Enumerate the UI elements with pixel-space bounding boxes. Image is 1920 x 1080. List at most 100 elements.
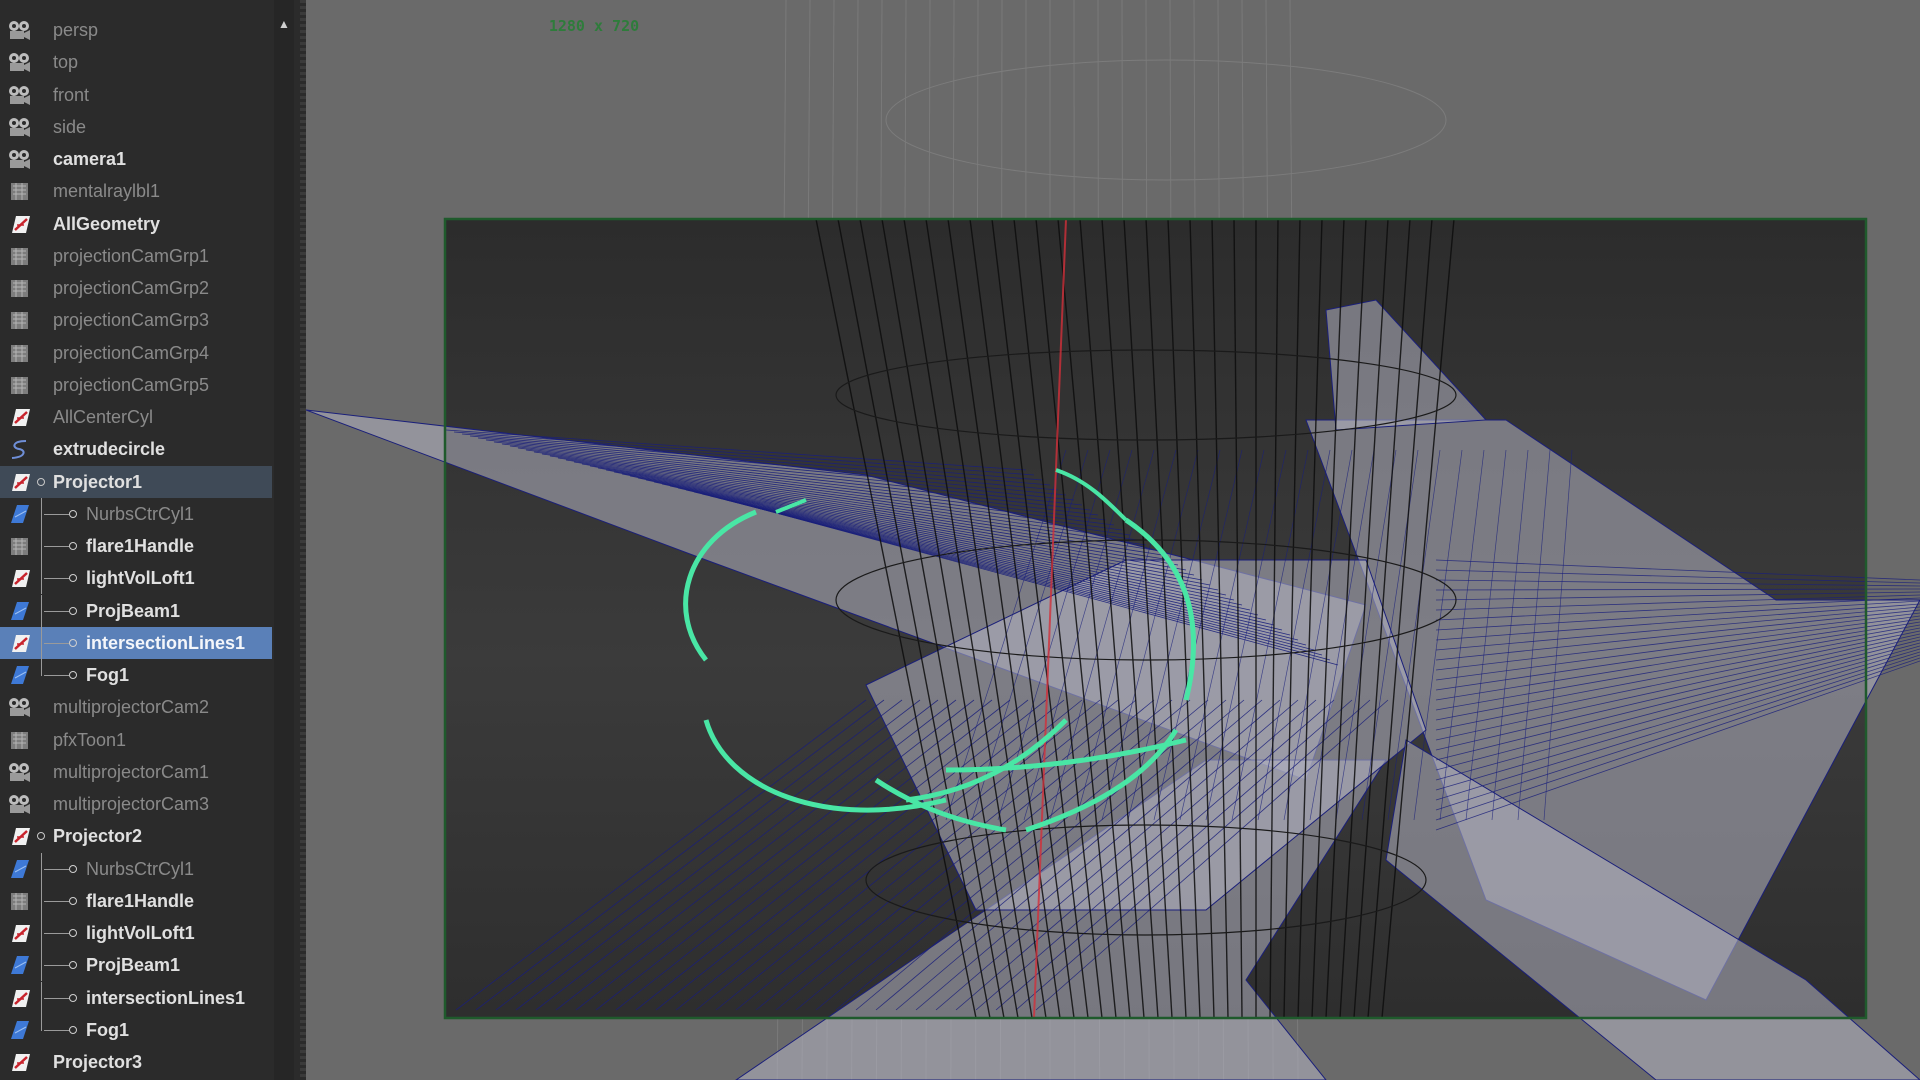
tree-node-icon (69, 961, 77, 970)
outliner-item-label: ProjBeam1 (86, 600, 181, 621)
outliner-item-label: ProjBeam1 (86, 955, 181, 976)
tree-node-icon (69, 671, 77, 679)
outliner-item[interactable]: extrudecircle (0, 433, 272, 465)
outliner-item[interactable]: Projector1 (0, 465, 272, 498)
outliner-item[interactable]: multiprojectorCam3 (0, 788, 272, 820)
expand-toggle-icon[interactable] (37, 832, 45, 841)
outliner-item[interactable]: intersectionLines1 (0, 626, 272, 659)
outliner-item[interactable]: camera1 (0, 143, 272, 175)
outliner-item[interactable]: top (0, 46, 272, 78)
outliner-item-label: Fog1 (86, 665, 129, 685)
group-icon (6, 825, 32, 847)
outliner-item[interactable]: AllCenterCyl (0, 401, 272, 433)
tree-connector (41, 852, 42, 885)
tree-connector (41, 626, 42, 659)
transform-icon (6, 180, 32, 202)
camera-icon (6, 116, 32, 138)
group-icon (6, 471, 32, 493)
tree-connector (44, 868, 69, 870)
scroll-up-arrow-icon[interactable]: ▲ (274, 14, 294, 34)
outliner-item[interactable]: Projector2 (0, 820, 272, 852)
outliner-item-label: flare1Handle (86, 536, 195, 556)
outliner-item[interactable]: Projector3 (0, 1046, 272, 1078)
outliner-item[interactable]: lightVolLoft1 (0, 917, 272, 949)
outliner-item-label: multiprojectorCam3 (53, 794, 210, 814)
outliner-item[interactable]: projectionCamGrp5 (0, 369, 272, 401)
tree-connector (41, 497, 42, 530)
outliner-panel: persp top front side camera1 mentalraylbl1 All… (0, 0, 306, 1080)
outliner-item-label: Projector2 (53, 826, 143, 847)
outliner-item[interactable]: ProjBeam1 (0, 949, 272, 982)
expand-toggle-icon[interactable] (37, 477, 45, 486)
transform-icon (6, 245, 32, 267)
outliner-item-label: mentalraylbl1 (53, 181, 161, 202)
tree-node-icon (69, 542, 77, 550)
outliner-item-label: multiprojectorCam1 (53, 761, 210, 782)
outliner-item[interactable]: lightVolLoft1 (0, 562, 272, 595)
outliner-item-label: intersectionLines1 (86, 632, 246, 653)
tree-node-icon (69, 993, 77, 1002)
outliner-item-label: lightVolLoft1 (86, 923, 195, 943)
tree-node-icon (69, 929, 77, 937)
outliner-item[interactable]: multiprojectorCam2 (0, 691, 272, 723)
tree-node-icon (69, 864, 77, 873)
outliner-item[interactable]: Fog1 (0, 659, 272, 691)
transform-icon (6, 890, 32, 912)
tree-connector (41, 562, 42, 595)
outliner-item[interactable]: flare1Handle (0, 884, 272, 917)
outliner-item-label: Projector1 (53, 471, 143, 492)
tree-connector (44, 675, 69, 676)
camera-icon (6, 793, 32, 815)
outliner-item[interactable]: projectionCamGrp2 (0, 272, 272, 304)
outliner-item[interactable]: persp (0, 14, 272, 46)
outliner-item-label: projectionCamGrp1 (53, 245, 210, 266)
outliner-item[interactable]: side (0, 111, 272, 143)
outliner-item[interactable]: intersectionLines1 (0, 981, 272, 1014)
outliner-item[interactable]: projectionCamGrp4 (0, 337, 272, 369)
outliner-item[interactable]: pfxToon1 (0, 724, 272, 756)
tree-connector (41, 917, 42, 949)
tree-connector (44, 933, 69, 934)
tree-connector (44, 965, 69, 967)
outliner-item[interactable]: multiprojectorCam1 (0, 756, 272, 788)
outliner-item-label: camera1 (53, 149, 127, 169)
outliner-item-label: Fog1 (86, 1019, 129, 1040)
outliner-item-label: NurbsCtrCyl1 (86, 858, 195, 879)
outliner-item-label: projectionCamGrp3 (53, 310, 210, 331)
tree-node-icon (69, 896, 77, 905)
tree-node-icon (69, 606, 77, 615)
nurbs-surface-icon (6, 664, 32, 686)
outliner-item-label: persp (53, 20, 99, 40)
tree-node-icon (69, 509, 77, 518)
outliner-item-label: extrudecircle (53, 439, 166, 460)
tree-connector (41, 594, 42, 627)
tree-connector (41, 981, 42, 1014)
tree-connector (44, 642, 69, 644)
group-icon (6, 213, 32, 235)
tree-connector (44, 997, 69, 999)
viewport-scene[interactable] (306, 0, 1920, 1080)
outliner-item[interactable]: NurbsCtrCyl1 (0, 852, 272, 885)
outliner-item-label: Projector3 (53, 1052, 143, 1072)
outliner-list: persp top front side camera1 mentalraylbl1 All… (0, 14, 272, 1078)
outliner-item[interactable]: NurbsCtrCyl1 (0, 497, 272, 530)
group-icon (6, 632, 32, 654)
outliner-item-label: projectionCamGrp5 (53, 374, 210, 395)
outliner-item[interactable]: mentalraylbl1 (0, 175, 272, 207)
outliner-item-label: top (53, 52, 79, 73)
tree-connector (44, 610, 69, 612)
outliner-item[interactable]: projectionCamGrp1 (0, 240, 272, 272)
outliner-scrollbar[interactable] (274, 0, 294, 1080)
tree-connector (44, 900, 69, 902)
3d-viewport[interactable]: 1280 x 720 (306, 0, 1920, 1080)
outliner-item[interactable]: projectionCamGrp3 (0, 304, 272, 336)
outliner-item[interactable]: front (0, 79, 272, 111)
camera-icon (6, 148, 32, 170)
transform-icon (6, 309, 32, 331)
outliner-item[interactable]: flare1Handle (0, 530, 272, 562)
outliner-item[interactable]: Fog1 (0, 1013, 272, 1046)
outliner-item[interactable]: AllGeometry (0, 208, 272, 240)
tree-connector (41, 1013, 42, 1031)
outliner-item[interactable]: ProjBeam1 (0, 594, 272, 627)
tree-node-icon (69, 638, 77, 647)
